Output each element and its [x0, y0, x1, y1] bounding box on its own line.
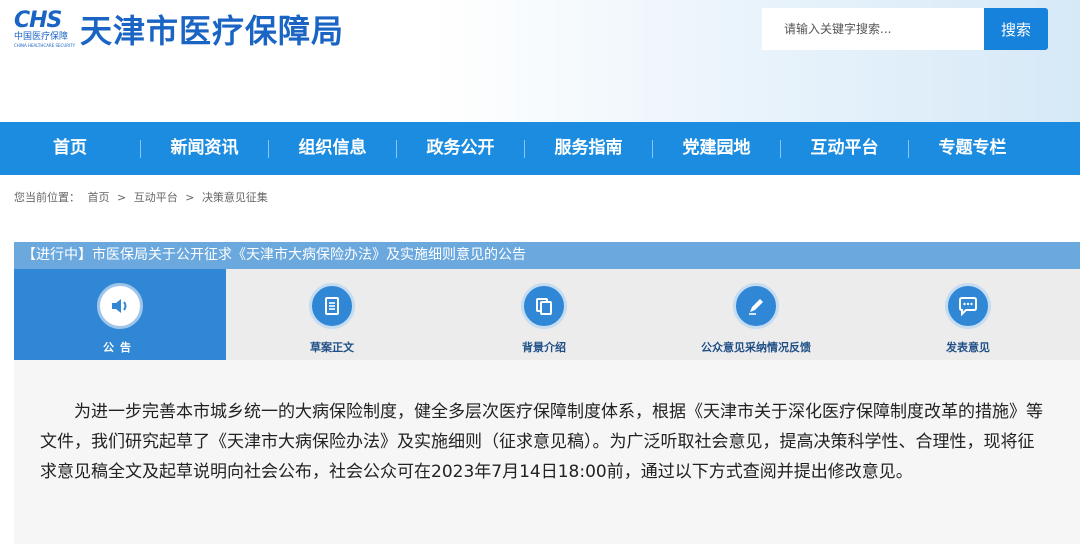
nav-item-home[interactable]: 首页	[0, 122, 140, 175]
breadcrumb-interaction[interactable]: 互动平台	[134, 191, 178, 204]
search-button[interactable]: 搜索	[984, 8, 1048, 50]
document-icon	[309, 283, 355, 329]
breadcrumb-prefix: 您当前位置：	[14, 191, 80, 204]
tab-label: 草案正文	[310, 341, 354, 354]
breadcrumb-separator: >	[185, 191, 195, 204]
notice-body: 为进一步完善本市城乡统一的大病保险制度，健全多层次医疗保障制度体系，根据《天津市…	[40, 402, 1043, 482]
tab-feedback[interactable]: 公众意见采纳情况反馈	[650, 269, 862, 360]
logo-en-text: CHINA HEALTHCARE SECURITY	[14, 43, 76, 48]
tab-label: 背景介绍	[522, 341, 566, 354]
tab-label: 公众意见采纳情况反馈	[701, 341, 811, 354]
nav-item-organization[interactable]: 组织信息	[269, 122, 396, 175]
site-header: CHS 中国医疗保障 CHINA HEALTHCARE SECURITY 天津市…	[0, 0, 1080, 122]
chat-icon	[945, 283, 991, 329]
breadcrumb: 您当前位置： 首页 > 互动平台 > 决策意见征集	[14, 189, 272, 205]
site-logo[interactable]: CHS 中国医疗保障 CHINA HEALTHCARE SECURITY 天津市…	[14, 6, 344, 52]
nav-item-news[interactable]: 新闻资讯	[141, 122, 268, 175]
notice-tabs: 公告 草案正文 背景介绍 公众意见采纳情况反馈 发表意见	[14, 269, 1080, 360]
breadcrumb-home[interactable]: 首页	[88, 191, 110, 204]
tab-draft-text[interactable]: 草案正文	[226, 269, 438, 360]
pen-icon	[733, 283, 779, 329]
nav-item-service-guide[interactable]: 服务指南	[525, 122, 652, 175]
tab-background[interactable]: 背景介绍	[438, 269, 650, 360]
notice-panel: 【进行中】市医保局关于公开征求《天津市大病保险办法》及实施细则意见的公告 公告	[14, 242, 1080, 544]
breadcrumb-current[interactable]: 决策意见征集	[202, 191, 268, 204]
nav-item-special-topics[interactable]: 专题专栏	[909, 122, 1036, 175]
tab-label: 发表意见	[946, 341, 990, 354]
copy-icon	[521, 283, 567, 329]
chs-logo-mark: CHS 中国医疗保障 CHINA HEALTHCARE SECURITY	[14, 8, 76, 49]
tab-submit-opinion[interactable]: 发表意见	[862, 269, 1074, 360]
search-input[interactable]	[762, 8, 984, 50]
logo-cn-text: 中国医疗保障	[14, 32, 69, 42]
tab-label: 公告	[103, 341, 137, 354]
notice-title: 【进行中】市医保局关于公开征求《天津市大病保险办法》及实施细则意见的公告	[14, 242, 1080, 269]
tab-announcement[interactable]: 公告	[14, 269, 226, 360]
main-nav: 首页 新闻资讯 组织信息 政务公开 服务指南 党建园地 互动平台 专题专栏	[0, 122, 1080, 175]
nav-item-interaction[interactable]: 互动平台	[781, 122, 908, 175]
logo-chs-text: CHS	[14, 8, 62, 33]
nav-item-government-affairs[interactable]: 政务公开	[397, 122, 524, 175]
nav-item-party-building[interactable]: 党建园地	[653, 122, 780, 175]
search-bar: 搜索	[762, 8, 1048, 50]
speaker-icon	[97, 283, 143, 329]
breadcrumb-separator: >	[117, 191, 127, 204]
site-title: 天津市医疗保障局	[80, 12, 345, 50]
